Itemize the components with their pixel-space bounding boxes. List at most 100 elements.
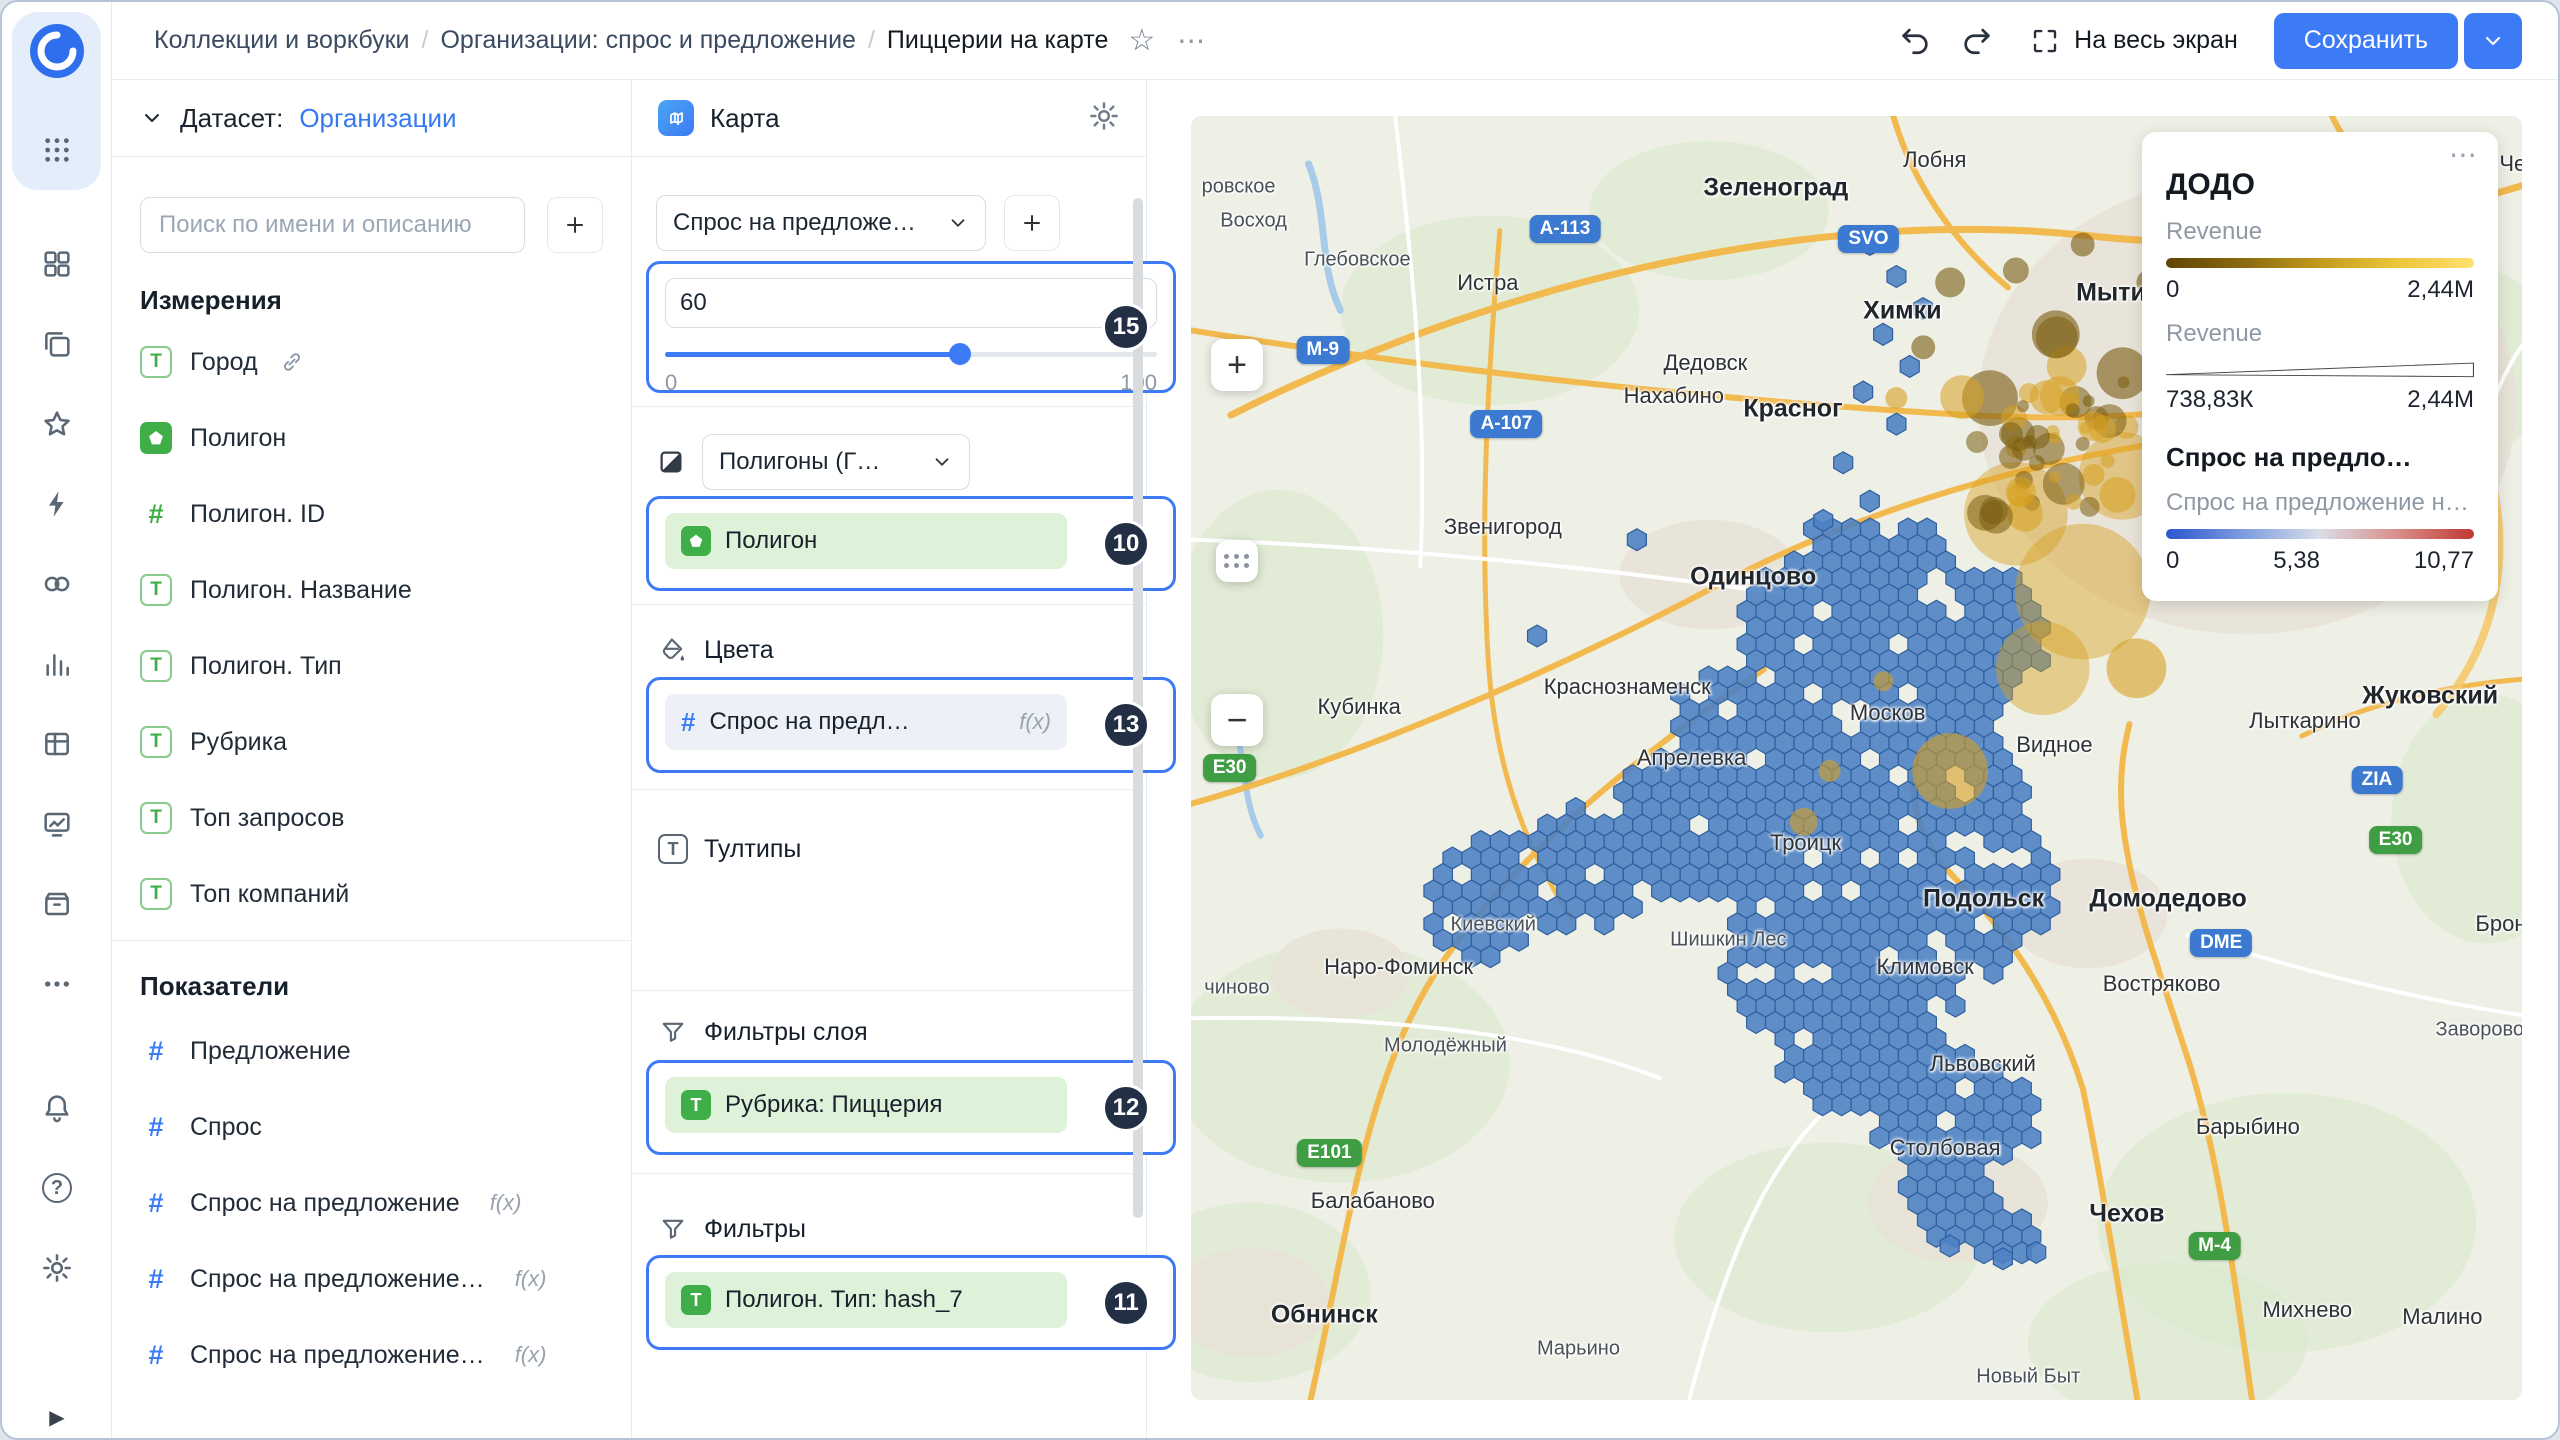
measures-list: #Предложение#Спрос # Спрос на предложение f… <box>112 1013 631 1393</box>
demand-title: Спрос на предло… <box>2166 442 2474 473</box>
more-actions-icon[interactable]: ⋯ <box>1177 24 1208 57</box>
field-item[interactable]: #Спрос на предложениеf(x) <box>112 1165 631 1241</box>
dimensions-list: TГородПолигон#Полигон. IDTПолигон. Назва… <box>112 324 631 932</box>
collapse-panel-icon[interactable]: ▶ <box>2 1405 112 1430</box>
notifications-icon[interactable] <box>2 1068 112 1148</box>
field-item[interactable]: TПолигон. Название <box>112 552 631 628</box>
number-field-icon: # <box>140 1339 172 1371</box>
annotation-badge-12: 12 <box>1102 1084 1150 1132</box>
apps-menu-icon[interactable] <box>2 110 112 190</box>
ruler-tool-button[interactable] <box>1216 540 1258 582</box>
chevron-down-icon <box>947 212 969 234</box>
link-icon <box>276 350 304 374</box>
help-icon[interactable]: ? <box>2 1148 112 1228</box>
demand-max: 10,77 <box>2414 547 2474 575</box>
datalens-logo-icon[interactable] <box>28 22 86 80</box>
demand-min: 0 <box>2166 547 2179 575</box>
field-item[interactable]: #Полигон. ID <box>112 476 631 552</box>
map-canvas[interactable]: ровскоеВосходГлебовскоеЗеленоградЛобняПу… <box>1191 116 2522 1400</box>
legend-revenue-label: Revenue <box>2166 218 2474 246</box>
zoom-in-button[interactable]: + <box>1211 339 1263 391</box>
plus-icon: + <box>1227 346 1247 385</box>
dataset-header[interactable]: Датасет: Организации <box>112 80 631 157</box>
field-item[interactable]: TТоп компаний <box>112 856 631 932</box>
chevron-down-icon <box>140 106 164 130</box>
colors-field-chip[interactable]: # Спрос на предл… f(x) <box>665 694 1067 750</box>
field-item[interactable]: #Спрос на предложение…f(x) <box>112 1317 631 1393</box>
charts-icon[interactable] <box>2 624 112 704</box>
breadcrumb-workbook[interactable]: Организации: спрос и предложение <box>440 26 855 55</box>
field-item[interactable]: #Спрос на предложение…f(x) <box>112 1241 631 1317</box>
field-label: Спрос на предложение <box>190 1189 460 1218</box>
opacity-slider[interactable] <box>665 344 1157 364</box>
geopolygon-field-group: Полигон 10 <box>646 496 1176 591</box>
add-layer-button[interactable] <box>1004 195 1060 251</box>
tooltips-icon: T <box>658 834 688 864</box>
polygon-field-chip[interactable]: Полигон <box>665 513 1067 569</box>
field-label: Полигон <box>190 424 286 453</box>
divider <box>632 1173 1146 1174</box>
annotation-badge-15: 15 <box>1102 303 1150 351</box>
field-item[interactable]: TРубрика <box>112 704 631 780</box>
field-item[interactable]: TТоп запросов <box>112 780 631 856</box>
field-item[interactable]: TГород <box>112 324 631 400</box>
plus-icon <box>1020 211 1044 235</box>
field-label: Полигон. ID <box>190 500 325 529</box>
field-label: Спрос <box>190 1113 262 1142</box>
field-item[interactable]: #Спрос <box>112 1089 631 1165</box>
text-field-icon: T <box>140 346 172 378</box>
more-icon[interactable] <box>2 944 112 1024</box>
workbooks-icon[interactable] <box>2 304 112 384</box>
text-field-icon: T <box>140 650 172 682</box>
text-field-icon: T <box>681 1285 711 1315</box>
save-button[interactable]: Сохранить <box>2274 13 2458 69</box>
field-label: Предложение <box>190 1037 351 1066</box>
revenue-color-gradient <box>2166 258 2474 268</box>
dimensions-title: Измерения <box>140 285 603 316</box>
field-label: Спрос на предложение… <box>190 1341 485 1370</box>
save-menu-button[interactable] <box>2464 13 2522 69</box>
fullscreen-button[interactable]: На весь экран <box>2030 26 2238 56</box>
opacity-input[interactable] <box>665 278 1157 328</box>
field-item[interactable]: Полигон <box>112 400 631 476</box>
text-field-icon: T <box>140 802 172 834</box>
app-window: ? ▶ Коллекции и воркбуки / Организации: … <box>0 0 2560 1440</box>
dashboards-icon[interactable] <box>2 224 112 304</box>
geotype-select[interactable]: Полигоны (Г… <box>702 434 970 490</box>
size-min: 738,83К <box>2166 386 2253 414</box>
functions-icon[interactable] <box>2 464 112 544</box>
field-label: Полигон. Название <box>190 576 412 605</box>
connections-icon[interactable] <box>2 544 112 624</box>
editor-icon[interactable] <box>2 784 112 864</box>
redo-icon[interactable] <box>1960 23 1996 59</box>
ruler-icon <box>1224 554 1250 568</box>
left-rail: ? ▶ <box>2 2 112 1438</box>
map-chart-icon <box>658 100 694 136</box>
slider-knob[interactable] <box>949 343 971 365</box>
topbar: Коллекции и воркбуки / Организации: спро… <box>112 2 2558 80</box>
favorites-icon[interactable] <box>2 384 112 464</box>
add-field-button[interactable] <box>547 197 603 253</box>
layer-measure-select[interactable]: Спрос на предложе… <box>656 195 986 251</box>
search-input[interactable] <box>140 197 525 253</box>
legend-menu-icon[interactable]: ⋯ <box>2449 138 2480 171</box>
settings-icon[interactable] <box>2 1228 112 1308</box>
plus-icon <box>563 213 587 237</box>
zoom-out-button[interactable]: − <box>1211 694 1263 746</box>
formula-badge: f(x) <box>490 1190 522 1216</box>
chart-type-label: Карта <box>710 103 780 134</box>
storage-icon[interactable] <box>2 864 112 944</box>
layer-filter-chip[interactable]: T Рубрика: Пиццерия <box>665 1077 1067 1133</box>
formula-badge: f(x) <box>1019 709 1051 735</box>
field-item[interactable]: #Предложение <box>112 1013 631 1089</box>
undo-icon[interactable] <box>1898 23 1934 59</box>
breadcrumb-collections[interactable]: Коллекции и воркбуки <box>154 26 410 55</box>
layer-filter-label: Рубрика: Пиццерия <box>725 1091 942 1119</box>
chart-filter-chip[interactable]: T Полигон. Тип: hash_7 <box>665 1272 1067 1328</box>
gear-icon[interactable] <box>1088 100 1120 137</box>
field-item[interactable]: TПолигон. Тип <box>112 628 631 704</box>
dataset-name-link[interactable]: Организации <box>299 103 456 134</box>
favorite-star-icon[interactable]: ☆ <box>1128 23 1155 58</box>
datasets-icon[interactable] <box>2 704 112 784</box>
annotation-badge-10: 10 <box>1102 520 1150 568</box>
